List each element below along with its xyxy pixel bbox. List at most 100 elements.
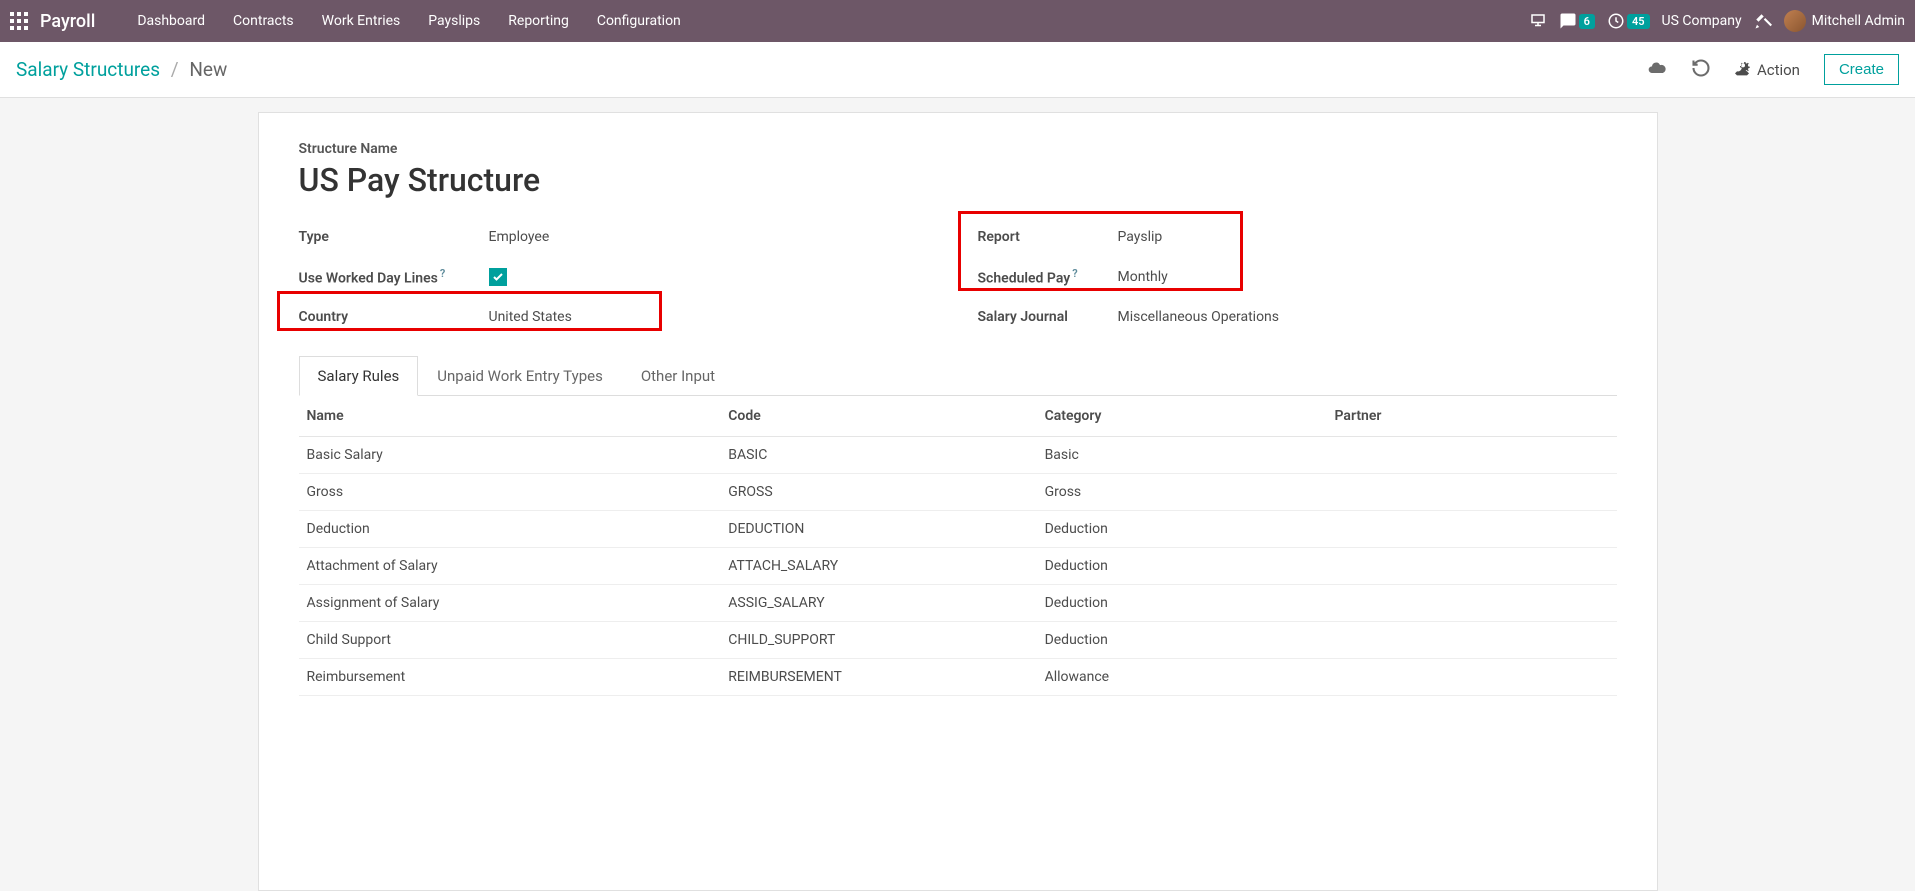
table-row[interactable]: Basic SalaryBASICBasic [299, 437, 1617, 474]
phone-icon[interactable] [1529, 12, 1547, 30]
type-value[interactable]: Employee [489, 229, 938, 245]
cell-partner [1327, 659, 1617, 696]
cell-code: DEDUCTION [720, 511, 1036, 548]
cell-category: Allowance [1037, 659, 1327, 696]
tab-salary-rules[interactable]: Salary Rules [299, 356, 419, 396]
scheduled-label: Scheduled Pay? [978, 267, 1118, 287]
form-col-left: Type Employee Use Worked Day Lines? [299, 217, 938, 337]
tab-other-input[interactable]: Other Input [622, 356, 734, 396]
row-journal: Salary Journal Miscellaneous Operations [978, 297, 1617, 337]
help-icon[interactable]: ? [440, 267, 445, 280]
cp-actions: Action Create [1647, 54, 1899, 85]
row-scheduled: Scheduled Pay? Monthly [978, 257, 1617, 297]
cell-code: BASIC [720, 437, 1036, 474]
worked-day-label-text: Use Worked Day Lines [299, 271, 438, 287]
table-row[interactable]: DeductionDEDUCTIONDeduction [299, 511, 1617, 548]
topbar-right: 6 45 US Company Mitchell Admin [1529, 10, 1905, 32]
breadcrumb: Salary Structures / New [16, 58, 227, 81]
cell-category: Basic [1037, 437, 1327, 474]
help-icon[interactable]: ? [1072, 267, 1077, 280]
form-col-right: Report Payslip Scheduled Pay? Monthly Sa… [978, 217, 1617, 337]
create-button[interactable]: Create [1824, 54, 1899, 85]
th-partner[interactable]: Partner [1327, 396, 1617, 437]
breadcrumb-current: New [189, 58, 227, 81]
cell-name: Child Support [299, 622, 721, 659]
worked-day-value [489, 268, 938, 287]
app-name[interactable]: Payroll [40, 11, 95, 32]
cell-partner [1327, 511, 1617, 548]
tab-unpaid-work[interactable]: Unpaid Work Entry Types [418, 356, 622, 396]
table-row[interactable]: GrossGROSSGross [299, 474, 1617, 511]
report-label: Report [978, 229, 1118, 245]
row-country: Country United States [299, 297, 938, 337]
cell-name: Attachment of Salary [299, 548, 721, 585]
cell-category: Deduction [1037, 548, 1327, 585]
clock-icon[interactable]: 45 [1607, 12, 1650, 30]
user-name: Mitchell Admin [1812, 13, 1905, 29]
cell-name: Reimbursement [299, 659, 721, 696]
cell-partner [1327, 622, 1617, 659]
tabs: Salary Rules Unpaid Work Entry Types Oth… [299, 355, 1617, 396]
table-header-row: Name Code Category Partner [299, 396, 1617, 437]
table-row[interactable]: Child SupportCHILD_SUPPORTDeduction [299, 622, 1617, 659]
cell-category: Deduction [1037, 585, 1327, 622]
structure-name-label: Structure Name [299, 141, 1617, 157]
worked-day-label: Use Worked Day Lines? [299, 267, 489, 287]
cell-partner [1327, 437, 1617, 474]
journal-value[interactable]: Miscellaneous Operations [1118, 309, 1617, 325]
nav-payslips[interactable]: Payslips [414, 0, 494, 42]
cell-name: Assignment of Salary [299, 585, 721, 622]
form-columns: Type Employee Use Worked Day Lines? [299, 217, 1617, 337]
apps-icon[interactable] [10, 12, 28, 30]
structure-name-value[interactable]: US Pay Structure [299, 161, 1617, 199]
journal-label: Salary Journal [978, 309, 1118, 325]
cell-code: REIMBURSEMENT [720, 659, 1036, 696]
th-category[interactable]: Category [1037, 396, 1327, 437]
cell-name: Gross [299, 474, 721, 511]
cell-partner [1327, 585, 1617, 622]
clock-badge: 45 [1627, 14, 1650, 29]
cell-code: CHILD_SUPPORT [720, 622, 1036, 659]
company-switcher[interactable]: US Company [1662, 13, 1742, 29]
user-menu[interactable]: Mitchell Admin [1784, 10, 1905, 32]
row-worked-day: Use Worked Day Lines? [299, 257, 938, 297]
nav-contracts[interactable]: Contracts [219, 0, 308, 42]
cell-name: Deduction [299, 511, 721, 548]
cell-code: GROSS [720, 474, 1036, 511]
avatar [1784, 10, 1806, 32]
nav-work-entries[interactable]: Work Entries [308, 0, 415, 42]
scheduled-label-text: Scheduled Pay [978, 271, 1071, 287]
th-name[interactable]: Name [299, 396, 721, 437]
cell-code: ASSIG_SALARY [720, 585, 1036, 622]
country-label: Country [299, 309, 489, 325]
table-row[interactable]: Assignment of SalaryASSIG_SALARYDeductio… [299, 585, 1617, 622]
cell-category: Deduction [1037, 622, 1327, 659]
breadcrumb-sep: / [171, 58, 179, 81]
scheduled-value[interactable]: Monthly [1118, 269, 1617, 285]
top-navbar: Payroll Dashboard Contracts Work Entries… [0, 0, 1915, 42]
chat-icon[interactable]: 6 [1559, 12, 1595, 30]
breadcrumb-root[interactable]: Salary Structures [16, 58, 160, 81]
table-row[interactable]: ReimbursementREIMBURSEMENTAllowance [299, 659, 1617, 696]
nav-reporting[interactable]: Reporting [494, 0, 583, 42]
nav-dashboard[interactable]: Dashboard [123, 0, 219, 42]
cell-partner [1327, 474, 1617, 511]
cell-partner [1327, 548, 1617, 585]
table-row[interactable]: Attachment of SalaryATTACH_SALARYDeducti… [299, 548, 1617, 585]
worked-day-checkbox[interactable] [489, 268, 507, 286]
tools-icon[interactable] [1754, 12, 1772, 30]
cell-category: Gross [1037, 474, 1327, 511]
cell-code: ATTACH_SALARY [720, 548, 1036, 585]
action-dropdown[interactable]: Action [1735, 61, 1800, 79]
control-panel: Salary Structures / New Action Create [0, 42, 1915, 98]
country-value[interactable]: United States [489, 309, 938, 325]
nav-configuration[interactable]: Configuration [583, 0, 695, 42]
cloud-icon[interactable] [1647, 58, 1667, 82]
report-value[interactable]: Payslip [1118, 229, 1617, 245]
cell-category: Deduction [1037, 511, 1327, 548]
th-code[interactable]: Code [720, 396, 1036, 437]
form-sheet: Structure Name US Pay Structure Type Emp… [258, 112, 1658, 891]
nav-menu: Dashboard Contracts Work Entries Payslip… [123, 0, 694, 42]
rules-table: Name Code Category Partner Basic SalaryB… [299, 396, 1617, 696]
undo-icon[interactable] [1691, 58, 1711, 82]
